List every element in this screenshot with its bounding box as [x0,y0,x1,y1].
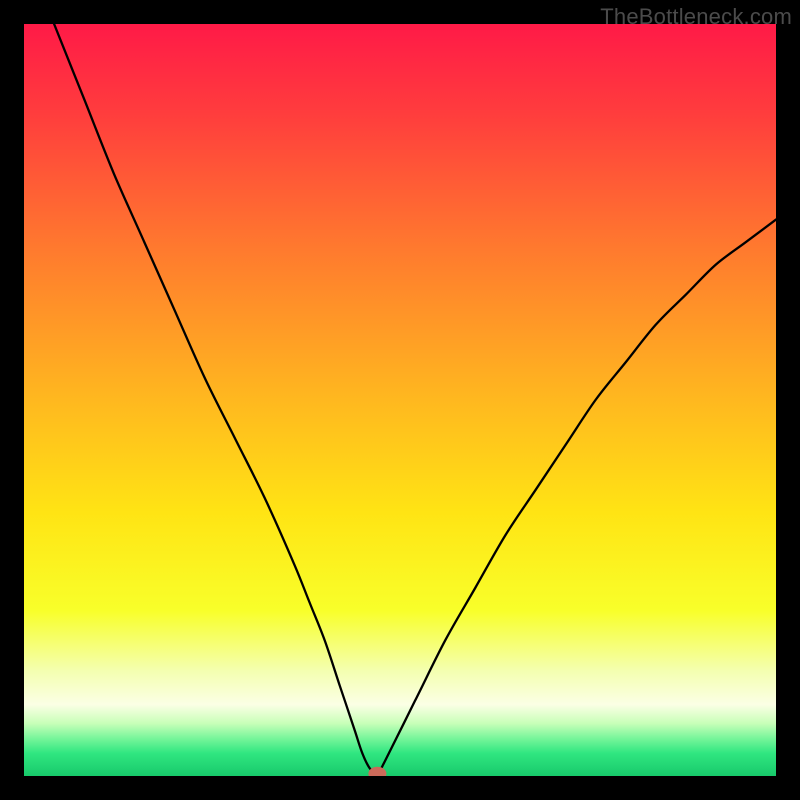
chart-container: TheBottleneck.com [0,0,800,800]
plot-area [24,24,776,776]
watermark-text: TheBottleneck.com [600,4,792,30]
chart-svg [24,24,776,776]
gradient-background [24,24,776,776]
